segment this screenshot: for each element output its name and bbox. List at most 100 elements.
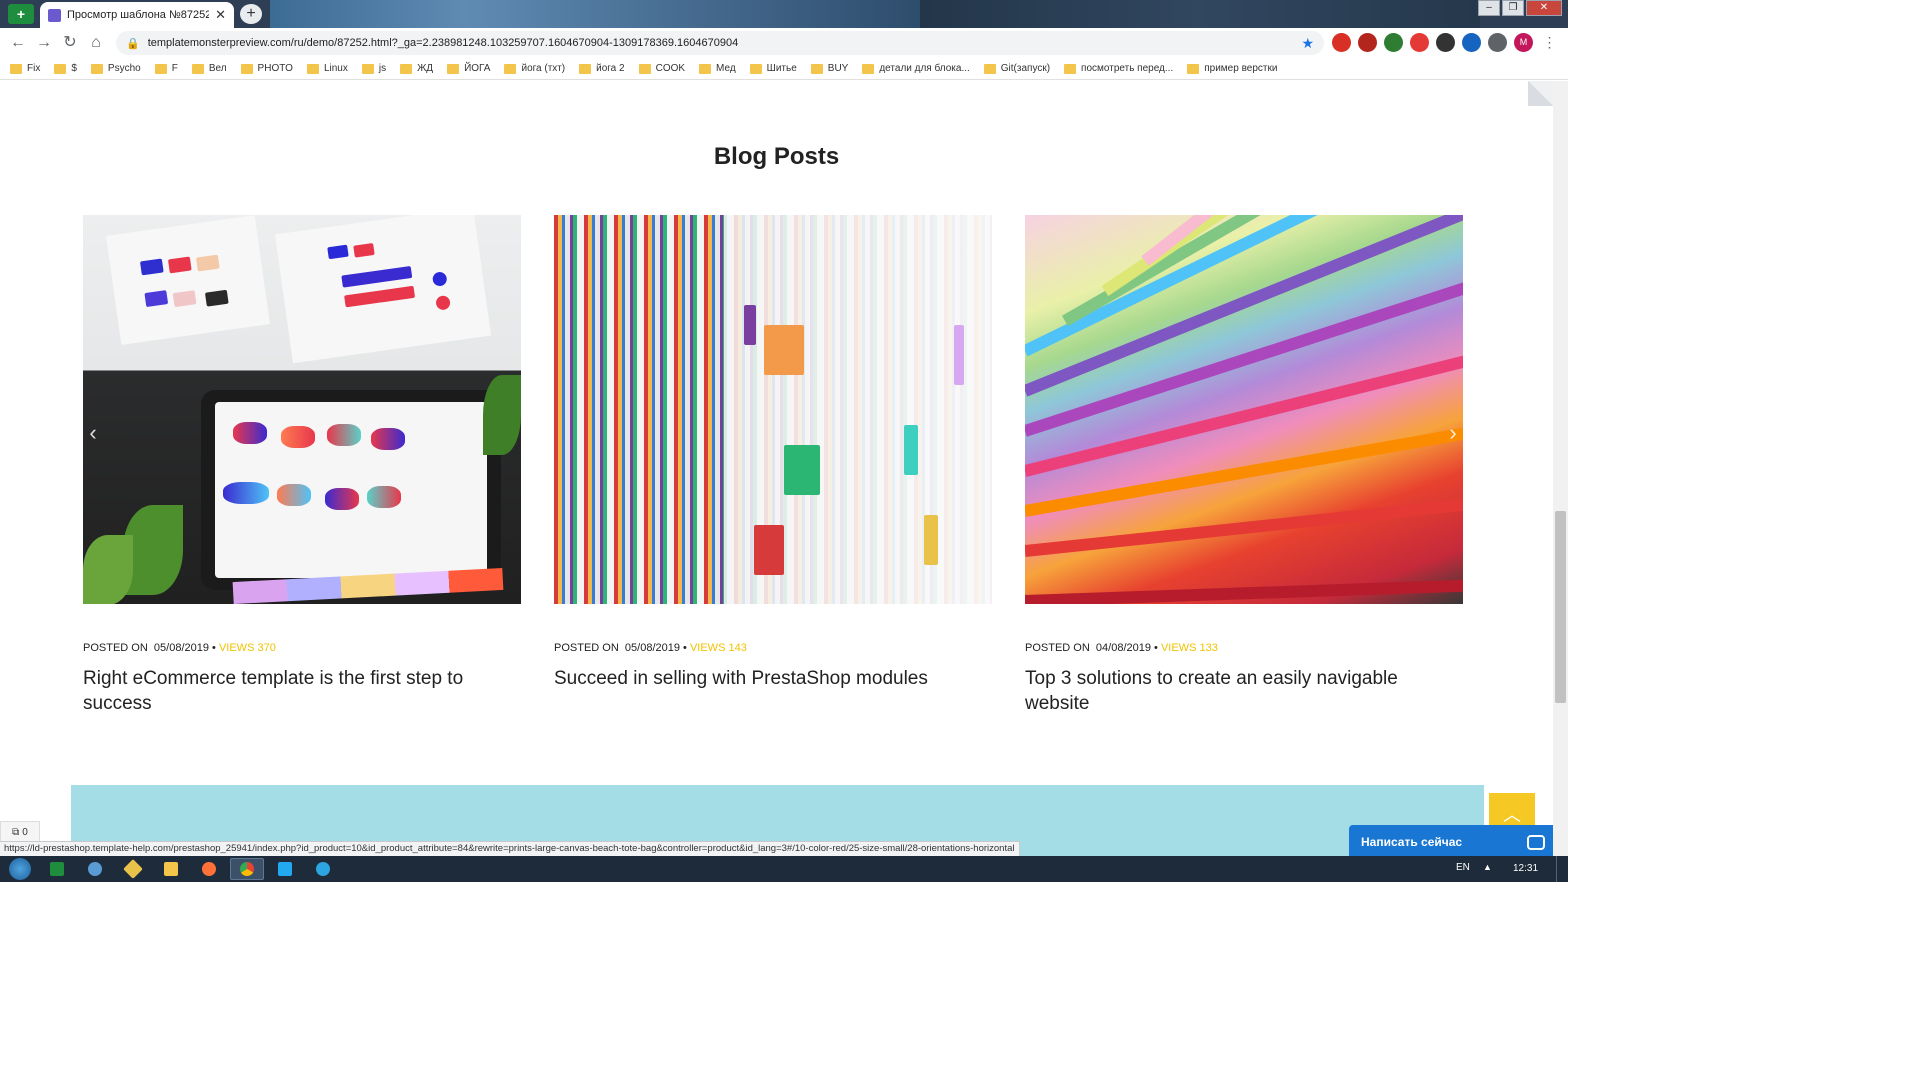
show-desktop-button[interactable] (1556, 856, 1568, 882)
taskbar-app-vscode[interactable] (268, 858, 302, 880)
bookmark-folder[interactable]: Fix (10, 63, 40, 74)
posted-on-label: POSTED ON (554, 642, 619, 654)
carousel-next-arrow[interactable]: › (1445, 421, 1461, 445)
carousel-prev-arrow[interactable]: ‹ (85, 421, 101, 445)
folder-icon (862, 63, 875, 74)
compare-widget[interactable]: ⧉ 0 (0, 821, 40, 843)
taskbar-app-sheets[interactable] (40, 858, 74, 880)
bookmark-folder[interactable]: Git(запуск) (983, 63, 1050, 74)
taskbar-app-firefox[interactable] (192, 858, 226, 880)
tab-close-icon[interactable]: ✕ (215, 7, 226, 23)
bookmark-folder[interactable]: $ (54, 63, 77, 74)
language-indicator[interactable]: EN (1456, 862, 1470, 873)
blog-card[interactable]: › POSTED ON 04/08/2019 • VIEWS 133 Top 3… (1025, 215, 1463, 716)
folder-icon (154, 63, 167, 74)
post-meta: POSTED ON 04/08/2019 • VIEWS 133 (1025, 642, 1218, 654)
design-sheet (274, 215, 492, 364)
post-title-link[interactable]: Top 3 solutions to create an easily navi… (1025, 666, 1463, 716)
profile-avatar[interactable]: M (1514, 33, 1533, 52)
posted-on-label: POSTED ON (83, 642, 148, 654)
blog-post-image[interactable]: ‹ (83, 215, 521, 604)
bookmark-folder[interactable]: Шитье (749, 63, 797, 74)
menu-kebab-icon[interactable]: ⋮ (1540, 33, 1559, 52)
bookmark-folder[interactable]: F (154, 63, 178, 74)
extension-icon[interactable] (1384, 33, 1403, 52)
window-controls: – ❐ ✕ (1478, 0, 1562, 16)
page-viewport: Blog Posts ‹ POSTED ON 05/08/2019 • VIEW… (0, 81, 1553, 856)
new-tab-button[interactable]: + (240, 4, 262, 24)
bookmark-folder[interactable]: детали для блока... (862, 63, 970, 74)
close-window-button[interactable]: ✕ (1526, 0, 1562, 16)
bookmark-star-icon[interactable]: ★ (1301, 35, 1314, 52)
blog-post-image[interactable]: › (1025, 215, 1463, 604)
adblock-extension-icon[interactable] (1358, 33, 1377, 52)
browser-tab-active[interactable]: Просмотр шаблона №87252 ✕ (40, 2, 234, 28)
post-meta: POSTED ON 05/08/2019 • VIEWS 370 (83, 642, 276, 654)
post-meta: POSTED ON 05/08/2019 • VIEWS 143 (554, 642, 747, 654)
taskbar-app[interactable] (116, 858, 150, 880)
blog-post-image[interactable] (554, 215, 992, 604)
tab-title: Просмотр шаблона №87252 (67, 9, 210, 21)
folder-icon (306, 63, 319, 74)
bookmark-folder[interactable]: йога (тхт) (504, 63, 565, 74)
folder-icon (579, 63, 592, 74)
desktop-background (270, 0, 920, 28)
address-bar[interactable]: 🔒 templatemonsterpreview.com/ru/demo/872… (116, 31, 1324, 55)
maximize-button[interactable]: ❐ (1502, 0, 1524, 16)
bookmark-folder[interactable]: COOK (638, 63, 685, 74)
start-button[interactable] (0, 856, 40, 882)
folder-icon (504, 63, 517, 74)
bookmark-folder[interactable]: посмотреть перед... (1064, 63, 1173, 74)
section-title: Blog Posts (713, 143, 840, 170)
post-title-link[interactable]: Right eCommerce template is the first st… (83, 666, 521, 716)
chat-bubble-icon (1527, 834, 1545, 850)
minimize-button[interactable]: – (1478, 0, 1500, 16)
bookmark-folder[interactable]: йога 2 (579, 63, 625, 74)
swatch-book-page (724, 215, 992, 604)
taskbar-app-explorer[interactable] (154, 858, 188, 880)
lock-icon[interactable]: 🔒 (126, 37, 140, 50)
plant-leaf (83, 535, 133, 604)
extension-icon[interactable] (1436, 33, 1455, 52)
scrollbar-thumb[interactable] (1555, 511, 1566, 703)
bookmark-folder[interactable]: BUY (810, 63, 848, 74)
blog-card[interactable]: ‹ POSTED ON 05/08/2019 • VIEWS 370 Right… (83, 215, 521, 716)
chrome-icon (240, 862, 254, 876)
taskbar-app-chrome[interactable] (230, 858, 264, 880)
bookmark-folder[interactable]: ЖД (400, 63, 433, 74)
windows-logo-icon (9, 858, 31, 880)
bookmark-folder[interactable]: PHOTO (240, 63, 293, 74)
bookmark-folder[interactable]: js (361, 63, 386, 74)
system-clock[interactable]: 12:31 (1513, 863, 1538, 874)
blog-card[interactable]: POSTED ON 05/08/2019 • VIEWS 143 Succeed… (554, 215, 992, 691)
reload-icon[interactable]: ↻ (57, 30, 83, 56)
puzzle-extensions-icon[interactable] (1488, 33, 1507, 52)
page-corner-fold[interactable] (1528, 81, 1553, 106)
forward-arrow-icon[interactable]: → (31, 30, 57, 56)
page-scrollbar[interactable] (1553, 81, 1568, 856)
bookmark-folder[interactable]: Psycho (90, 63, 141, 74)
app-icon (123, 859, 143, 879)
tray-expand-icon[interactable]: ▲ (1483, 862, 1492, 872)
taskbar-app-telegram[interactable] (306, 858, 340, 880)
post-title-link[interactable]: Succeed in selling with PrestaShop modul… (554, 666, 992, 691)
address-url[interactable]: templatemonsterpreview.com/ru/demo/87252… (148, 37, 1302, 49)
folder-icon (361, 63, 374, 74)
chat-widget-button[interactable]: Написать сейчас (1349, 825, 1553, 856)
post-date: 05/08/2019 (624, 642, 680, 654)
status-bar-url: https://ld-prestashop.template-help.com/… (0, 841, 1020, 857)
back-arrow-icon[interactable]: ← (5, 30, 31, 56)
bookmark-folder[interactable]: пример верстки (1187, 63, 1277, 74)
bookmark-folder[interactable]: Мед (699, 63, 736, 74)
bookmark-folder[interactable]: Linux (306, 63, 348, 74)
home-icon[interactable]: ⌂ (83, 30, 109, 56)
extension-icon[interactable] (1332, 33, 1351, 52)
extension-icon[interactable] (1410, 33, 1429, 52)
extension-icon[interactable] (1462, 33, 1481, 52)
bookmark-folder[interactable]: ЙОГА (447, 63, 490, 74)
taskbar-app[interactable] (78, 858, 112, 880)
folder-icon (983, 63, 996, 74)
post-views: VIEWS 370 (218, 642, 276, 654)
sheets-app-icon[interactable]: + (8, 4, 34, 24)
bookmark-folder[interactable]: Вел (191, 63, 227, 74)
